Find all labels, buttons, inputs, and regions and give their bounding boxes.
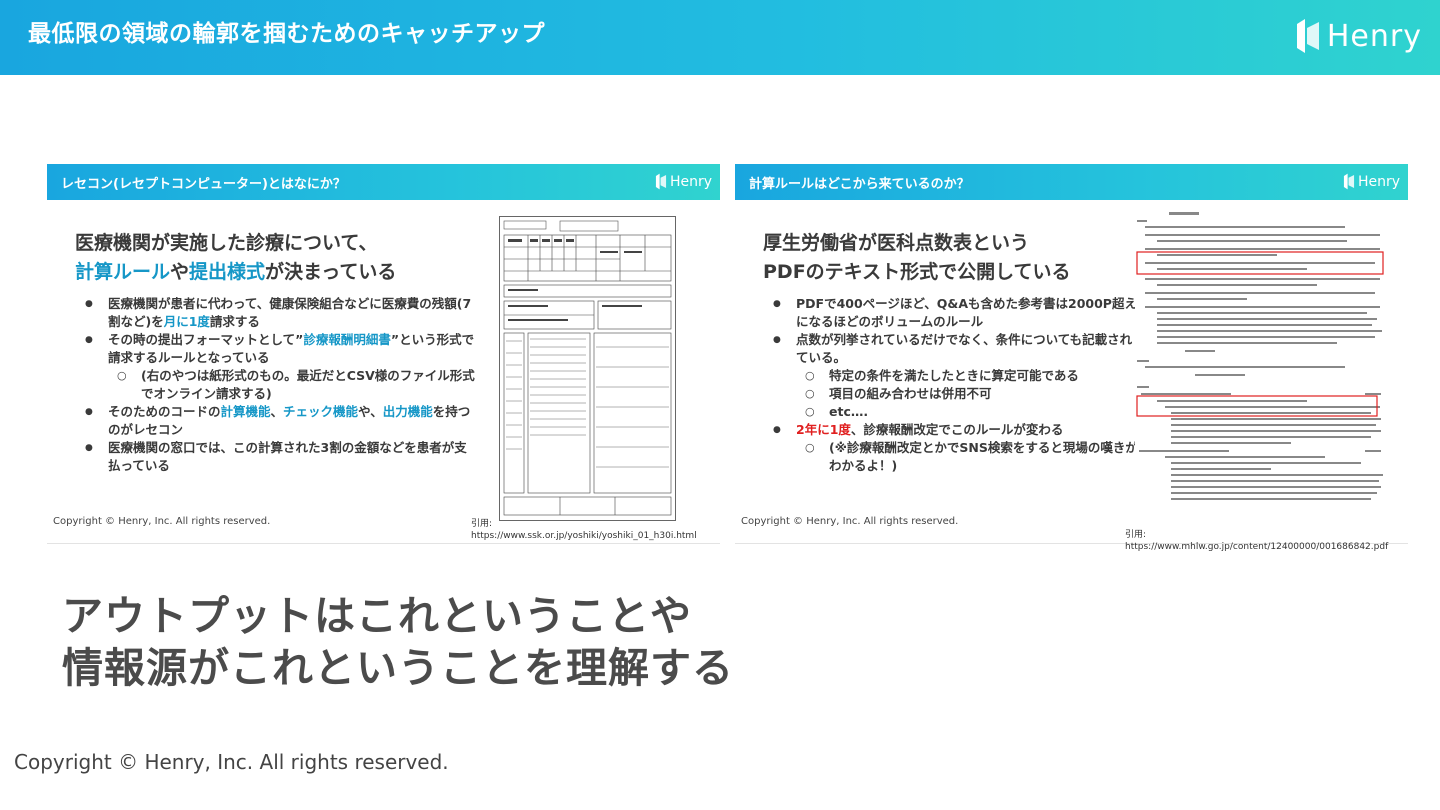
receipt-form-illustration <box>503 220 672 516</box>
bullet-text: そのためのコードの <box>108 404 221 419</box>
bullet-text: 医療機関が患者に代わって、健康保険組合などに医療費の残額(7割など)を <box>108 296 472 329</box>
bullet-text: 請求する <box>209 314 260 329</box>
henry-logo-icon <box>655 173 667 190</box>
slide-heading-line2: PDFのテキスト形式で公開している <box>763 261 1071 283</box>
heading-text: や <box>170 261 190 283</box>
citation-label: 引用: <box>471 519 493 529</box>
henry-logo-icon <box>1343 173 1355 190</box>
fee-schedule-text-illustration <box>1136 212 1384 500</box>
bullet-highlight: 診療報酬明細書 <box>303 332 391 347</box>
slide-brand-logo: Henry <box>655 172 712 191</box>
brand-name: Henry <box>1326 18 1422 54</box>
heading-text: が決まっている <box>265 261 397 283</box>
list-item: 2年に1度、診療報酬改定でこのルールが変わる <box>771 421 1139 439</box>
citation: 引用: https://www.ssk.or.jp/yoshiki/yoshik… <box>471 518 697 542</box>
bullet-highlight: 計算機能 <box>220 404 271 419</box>
list-subitem: (右のやつは紙形式のもの。最近だとCSV様のファイル形式でオンライン請求する) <box>83 367 478 403</box>
slide-copyright: Copyright © Henry, Inc. All rights reser… <box>53 516 271 527</box>
bullet-highlight: 月に1度 <box>163 314 210 329</box>
list-subitem: 項目の組み合わせは併用不可 <box>771 385 1139 403</box>
list-subitem: 特定の条件を満たしたときに算定可能である <box>771 367 1139 385</box>
bullet-list: PDFで400ページほど、Q&Aも含めた参考書は2000P超えになるほどのボリュ… <box>771 295 1139 475</box>
slide-heading-line1: 厚生労働省が医科点数表という <box>763 232 1030 254</box>
header-bar: 最低限の領域の輪郭を掴むためのキャッチアップ Henry <box>0 0 1440 75</box>
bullet-list: 医療機関が患者に代わって、健康保険組合などに医療費の残額(7割など)を月に1度請… <box>83 295 478 475</box>
slide-heading-line2: 計算ルールや提出様式が決まっている <box>75 258 495 287</box>
brand-logo: Henry <box>1295 16 1422 56</box>
slide-header-bar: 計算ルールはどこから来ているのか？ Henry <box>735 164 1408 200</box>
fee-schedule-pdf-image <box>1135 210 1405 510</box>
main-message-line1: アウトプットはこれということや <box>62 592 692 640</box>
slide-brand-logo: Henry <box>1343 172 1400 191</box>
main-message-line2: 情報源がこれということを理解する <box>62 644 734 692</box>
bullet-text: 、診療報酬改定でこのルールが変わる <box>850 422 1064 437</box>
list-item: その時の提出フォーマットとして”診療報酬明細書”という形式で請求するルールとなっ… <box>83 331 478 367</box>
bullet-highlight-red: 2年に1度 <box>796 422 851 437</box>
slide-copyright: Copyright © Henry, Inc. All rights reser… <box>741 516 959 527</box>
slide-thumbnail-rececon: レセコン(レセプトコンピューター)とはなにか？ Henry 医療機関が実施した診… <box>47 164 720 544</box>
list-item: PDFで400ページほど、Q&Aも含めた参考書は2000P超えになるほどのボリュ… <box>771 295 1139 331</box>
henry-logo-icon <box>1296 19 1319 53</box>
bullet-highlight: 出力機能 <box>382 404 433 419</box>
bullet-highlight: チェック機能 <box>283 404 359 419</box>
slide-heading-line1: 医療機関が実施した診療について、 <box>75 232 378 254</box>
slide-header-bar: レセコン(レセプトコンピューター)とはなにか？ Henry <box>47 164 720 200</box>
main-message: アウトプットはこれということや 情報源がこれということを理解する <box>62 590 734 694</box>
list-item: そのためのコードの計算機能、チェック機能や、出力機能を持つのがレセコン <box>83 403 478 439</box>
slide-heading: 厚生労働省が医科点数表という PDFのテキスト形式で公開している <box>763 229 1143 287</box>
bullet-text: や、 <box>358 404 383 419</box>
slide-thumbnail-calc-rules: 計算ルールはどこから来ているのか？ Henry 厚生労働省が医科点数表という P… <box>735 164 1408 552</box>
slide-brand-name: Henry <box>669 173 712 190</box>
list-item: 医療機関の窓口では、この計算された3割の金額などを患者が支払っている <box>83 439 478 475</box>
citation-url: https://www.ssk.or.jp/yoshiki/yoshiki_01… <box>471 531 697 541</box>
slide-brand-name: Henry <box>1357 173 1400 190</box>
slide-title: 計算ルールはどこから来ているのか？ <box>749 177 970 192</box>
bullet-text: 、 <box>270 404 284 419</box>
page-title: 最低限の領域の輪郭を掴むためのキャッチアップ <box>28 21 545 47</box>
slide-title: レセコン(レセプトコンピューター)とはなにか？ <box>61 177 346 192</box>
slide-heading: 医療機関が実施した診療について、 計算ルールや提出様式が決まっている <box>75 229 495 287</box>
list-subitem: etc…. <box>771 403 1139 421</box>
list-subitem: (※診療報酬改定とかでSNS検索をすると現場の嘆きがわかるよ！) <box>771 439 1139 475</box>
receipt-form-image <box>499 216 676 521</box>
footer-copyright: Copyright © Henry, Inc. All rights reser… <box>14 750 449 774</box>
list-item: 点数が列挙されているだけでなく、条件についても記載されている。 <box>771 331 1139 367</box>
bullet-text: その時の提出フォーマットとして” <box>108 332 304 347</box>
heading-highlight-format: 提出様式 <box>189 261 266 283</box>
list-item: 医療機関が患者に代わって、健康保険組合などに医療費の残額(7割など)を月に1度請… <box>83 295 478 331</box>
citation: 引用: https://www.mhlw.go.jp/content/12400… <box>1125 530 1389 552</box>
heading-highlight-calc-rule: 計算ルール <box>75 261 171 283</box>
